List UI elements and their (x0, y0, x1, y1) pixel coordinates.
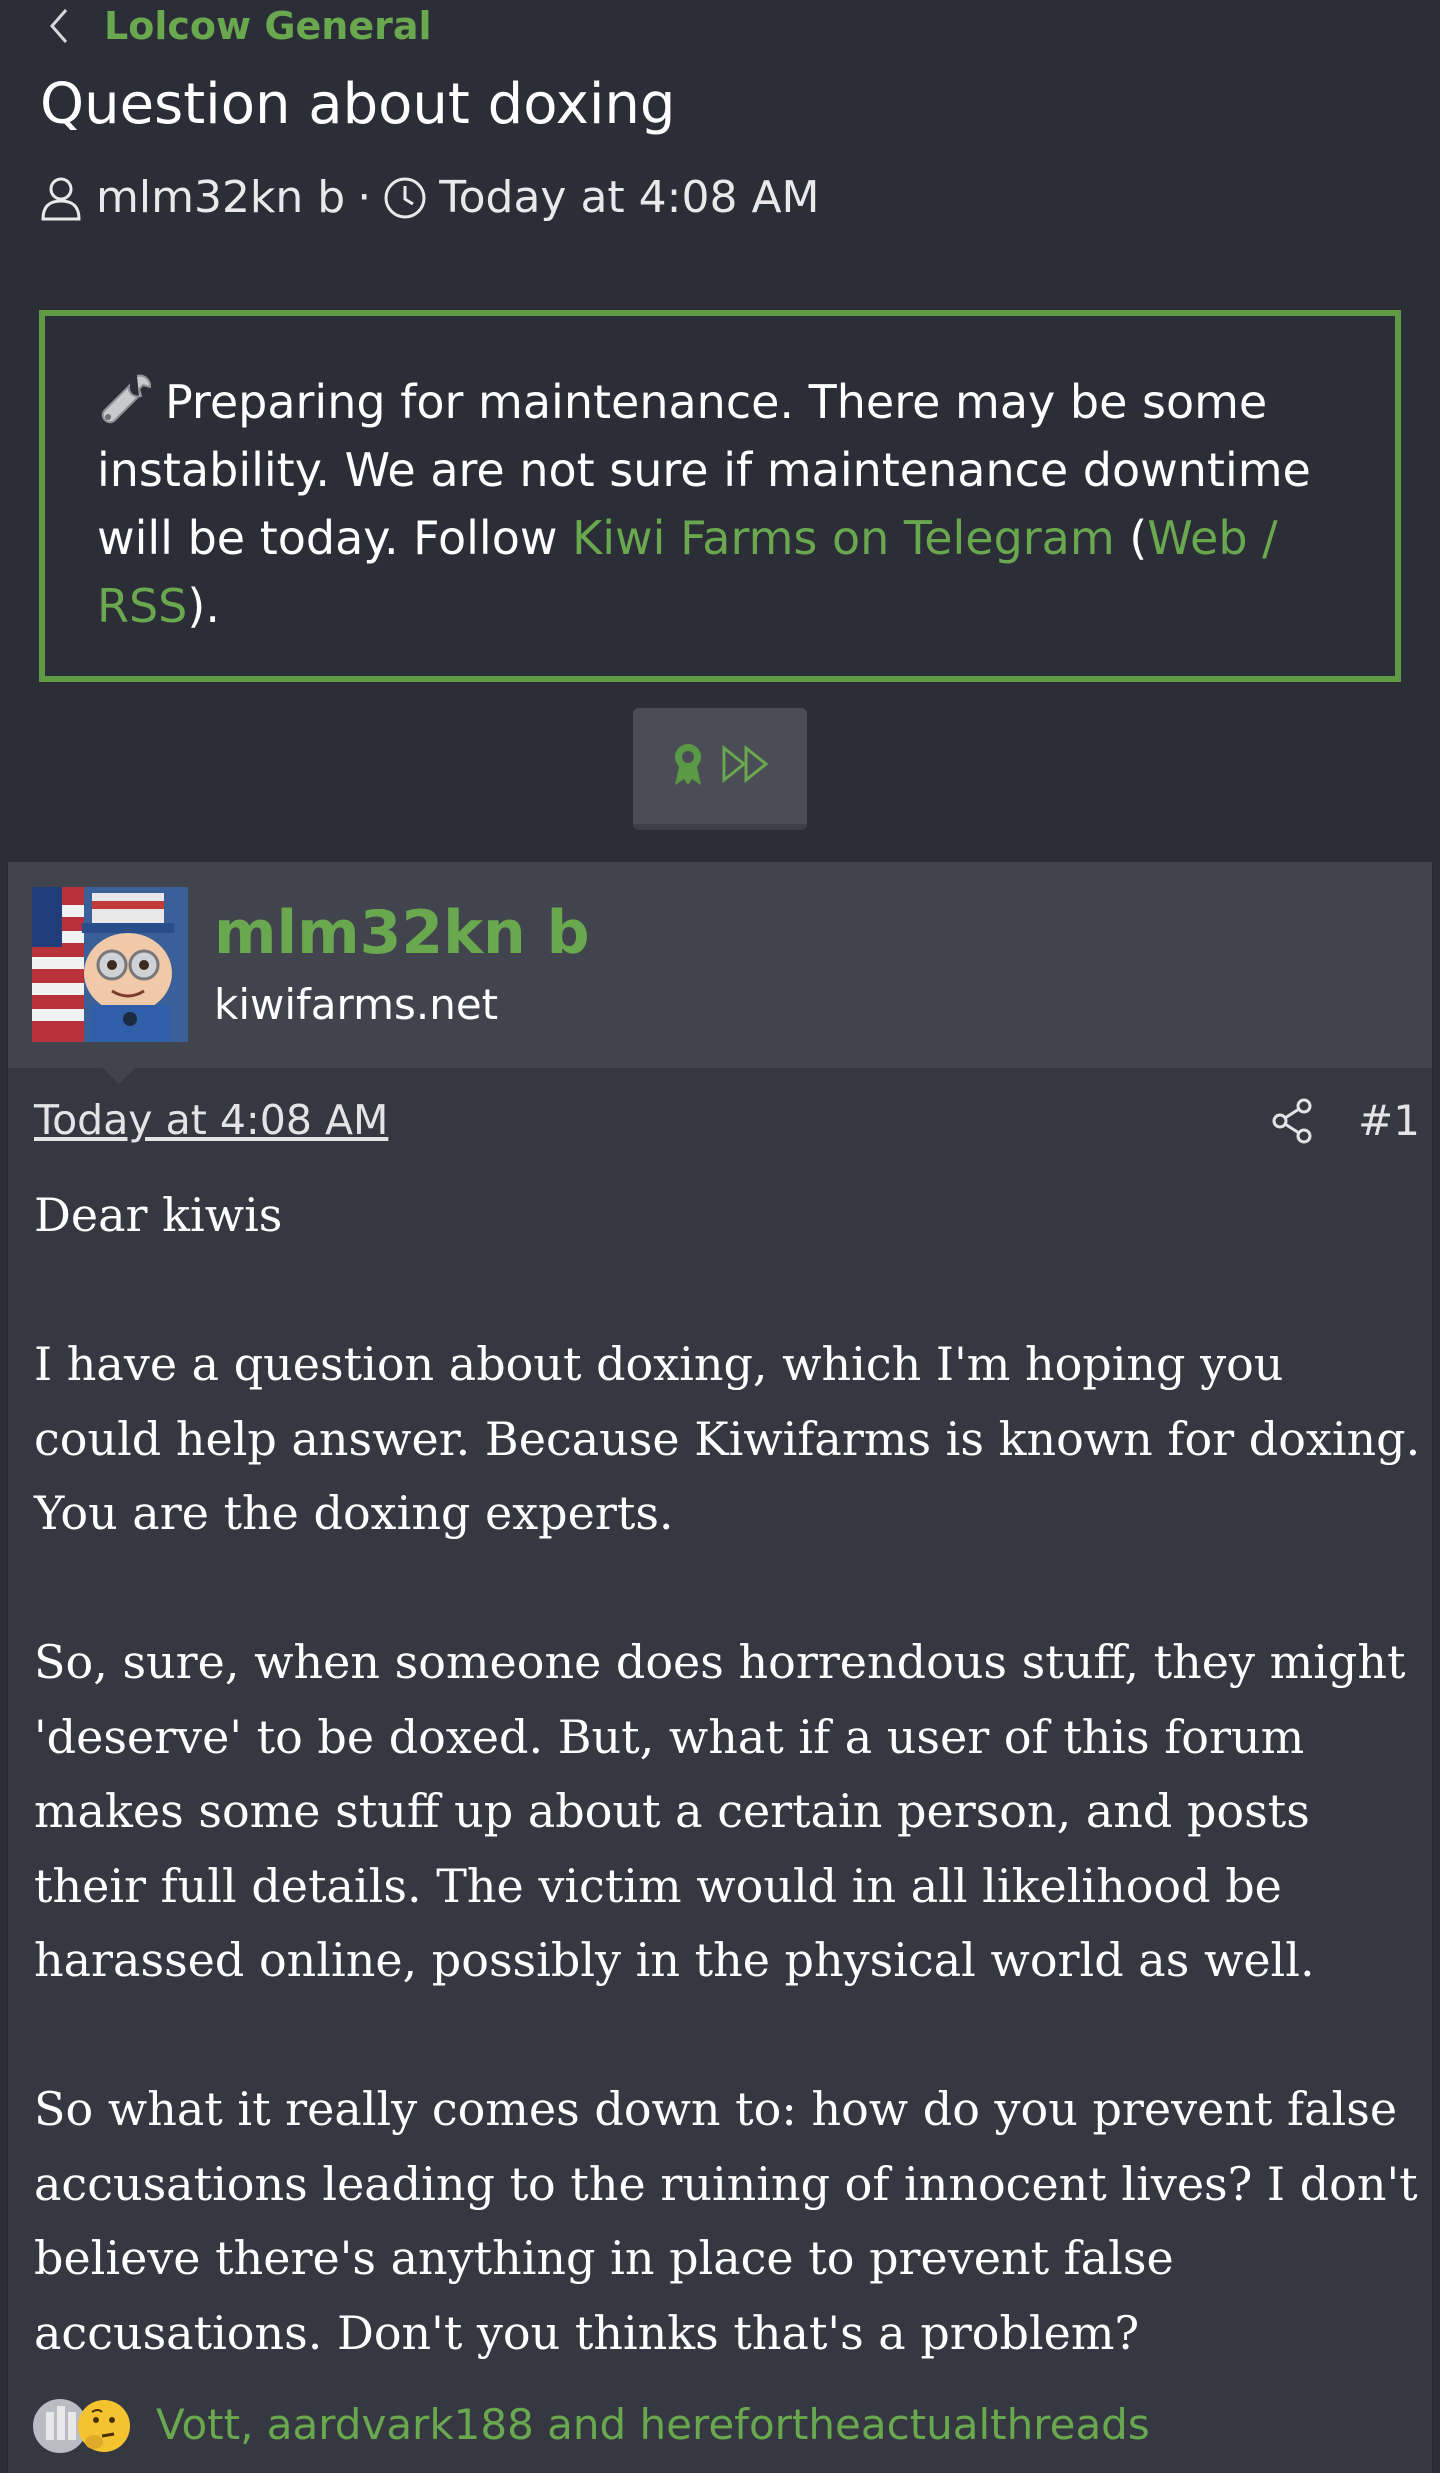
page-title: Question about doxing (40, 72, 676, 137)
reaction-toggle-button[interactable] (633, 708, 807, 830)
share-icon[interactable] (1270, 1098, 1314, 1146)
notice-close: ). (187, 579, 220, 633)
post-body: Dear kiwis I have a question about doxin… (34, 1188, 1421, 2360)
breadcrumb-link[interactable]: Lolcow General (104, 4, 432, 48)
user-icon (40, 174, 84, 222)
post-author-site: kiwifarms.net (214, 980, 499, 1029)
thread-time-link[interactable]: Today at 4:08 AM (439, 172, 819, 223)
clock-icon (383, 174, 427, 222)
post-number-link[interactable]: #1 (1358, 1096, 1420, 1145)
notice-paren: ( (1114, 511, 1148, 565)
breadcrumb[interactable]: Lolcow General (48, 0, 432, 52)
reactors-link[interactable]: Vott, aardvark188 and herefortheactualth… (156, 2400, 1150, 2449)
reaction-icon (33, 2399, 130, 2453)
post: mlm32kn b kiwifarms.net Today at 4:08 AM… (7, 862, 1433, 2473)
award-icon (668, 741, 708, 791)
meta-separator: · (357, 172, 372, 223)
maintenance-notice: Preparing for maintenance. There may be … (39, 310, 1401, 682)
fast-forward-icon (720, 744, 772, 788)
chevron-left-icon[interactable] (48, 6, 78, 46)
reaction-icons (30, 2392, 142, 2456)
avatar[interactable] (32, 887, 188, 1042)
post-user-header: mlm32kn b kiwifarms.net (8, 862, 1432, 1084)
reactions-bar[interactable]: Vott, aardvark188 and herefortheactualth… (30, 2392, 1150, 2456)
post-date-link[interactable]: Today at 4:08 AM (34, 1096, 388, 1144)
thread-author-link[interactable]: mlm32kn b (96, 172, 345, 223)
post-author-name[interactable]: mlm32kn b (214, 898, 590, 968)
thread-meta: mlm32kn b · Today at 4:08 AM (40, 172, 820, 223)
telegram-link[interactable]: Kiwi Farms on Telegram (572, 511, 1115, 565)
wrench-icon (97, 372, 155, 424)
